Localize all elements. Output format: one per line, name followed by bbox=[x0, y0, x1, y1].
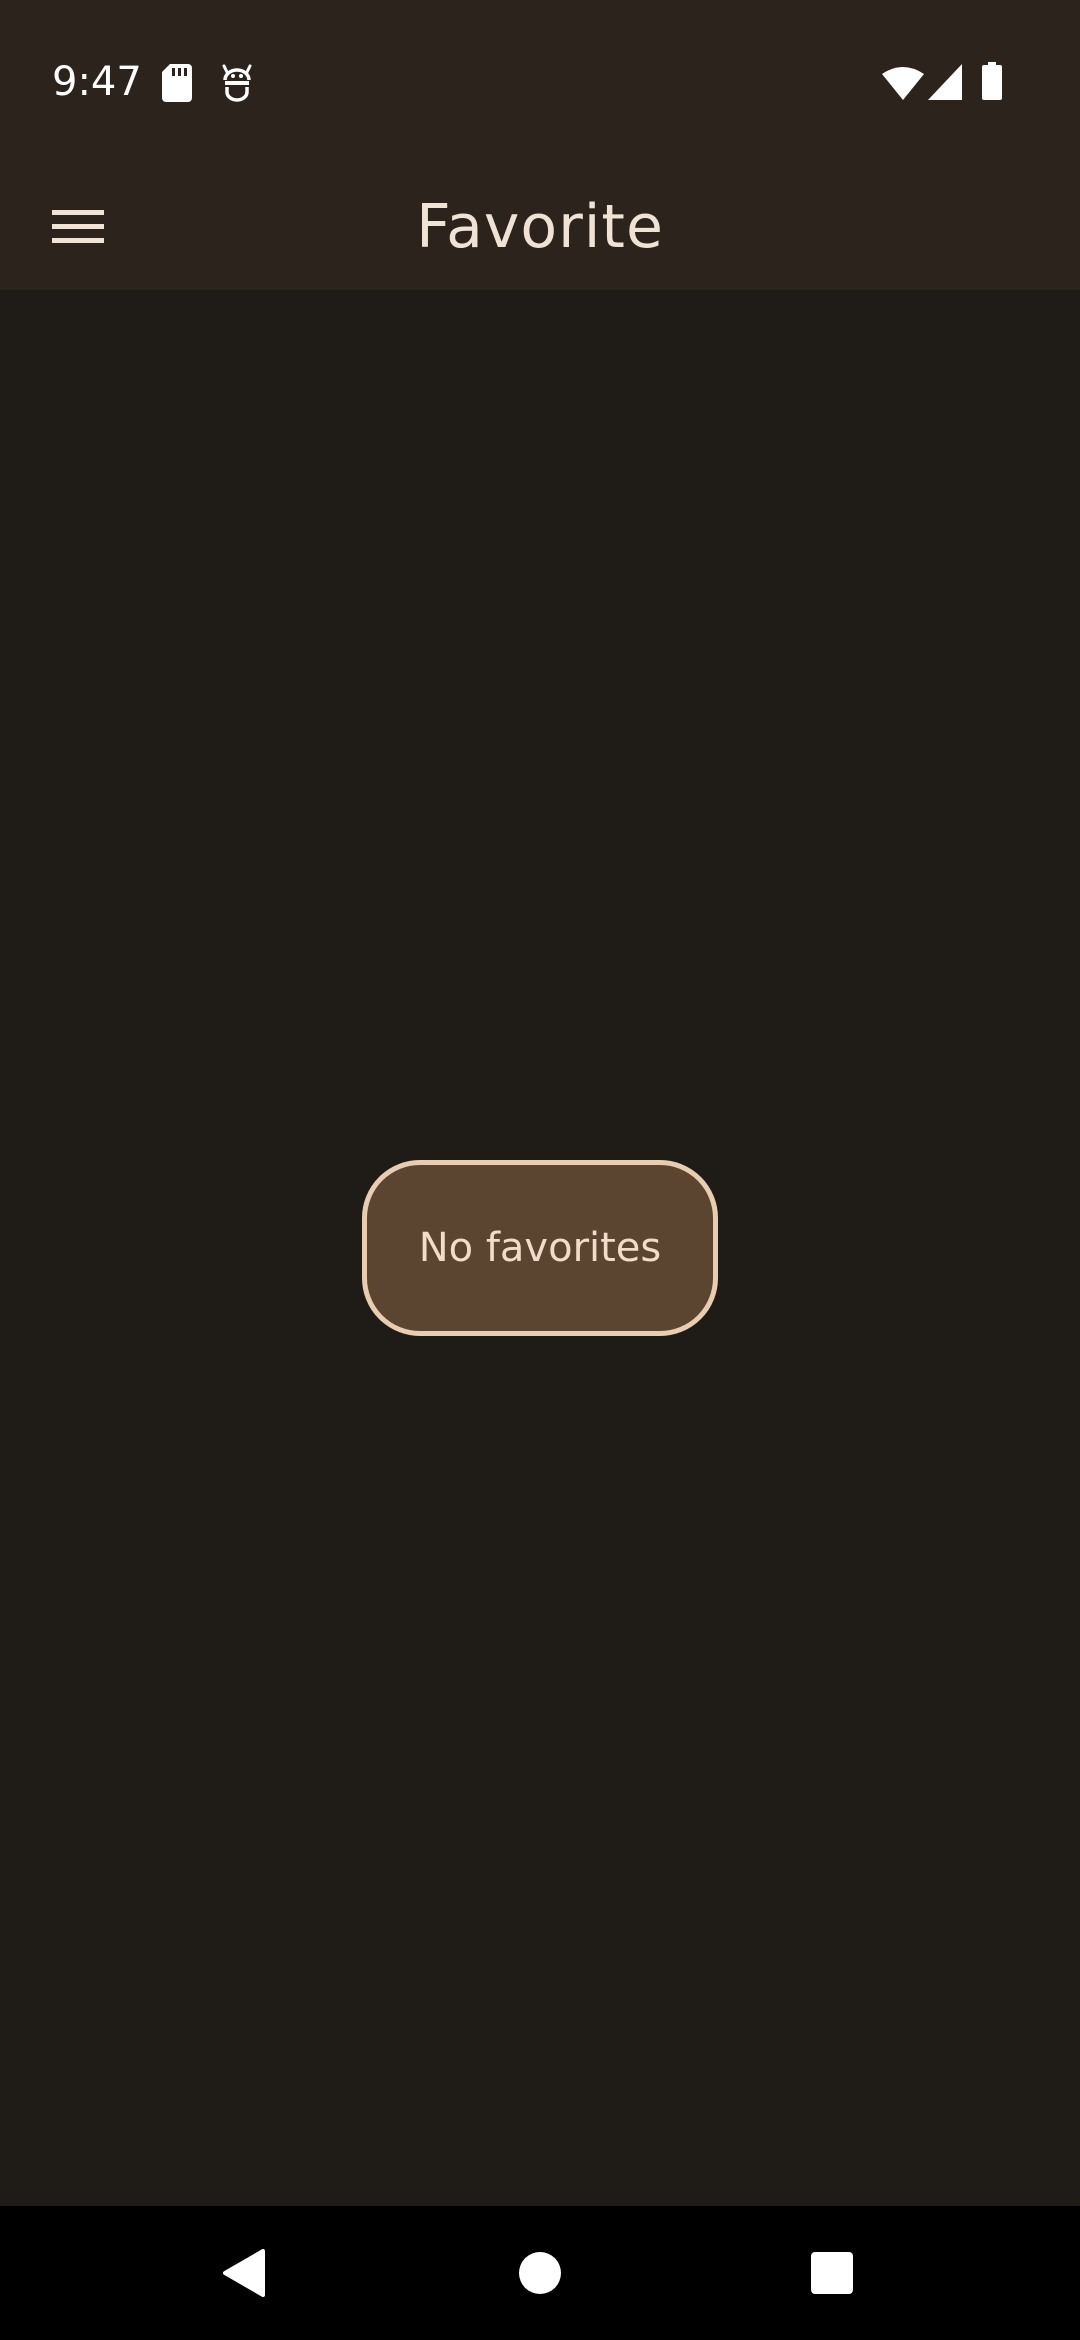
page-title: Favorite bbox=[416, 192, 664, 262]
screen: 9:47 Favorite No favorites bbox=[0, 0, 1080, 2340]
menu-button[interactable] bbox=[40, 189, 116, 265]
nav-back-button[interactable] bbox=[200, 2228, 290, 2318]
recents-icon bbox=[811, 2252, 853, 2294]
cell-signal-icon bbox=[928, 64, 962, 100]
status-bar: 9:47 bbox=[0, 0, 1080, 165]
battery-icon bbox=[982, 62, 1002, 100]
app-bar: Favorite bbox=[0, 165, 1080, 290]
system-nav-bar bbox=[0, 2206, 1080, 2340]
empty-state-label: No favorites bbox=[418, 1225, 662, 1271]
nav-home-button[interactable] bbox=[495, 2228, 585, 2318]
hamburger-menu-icon bbox=[52, 210, 104, 243]
nav-recents-button[interactable] bbox=[787, 2228, 877, 2318]
main-content: No favorites bbox=[0, 290, 1080, 2206]
sd-card-icon bbox=[162, 64, 192, 102]
wifi-icon bbox=[882, 67, 924, 100]
back-icon bbox=[223, 2249, 265, 2297]
empty-state-badge: No favorites bbox=[362, 1160, 718, 1336]
android-debug-icon bbox=[222, 64, 252, 102]
home-icon bbox=[519, 2252, 561, 2294]
status-time: 9:47 bbox=[52, 59, 142, 105]
